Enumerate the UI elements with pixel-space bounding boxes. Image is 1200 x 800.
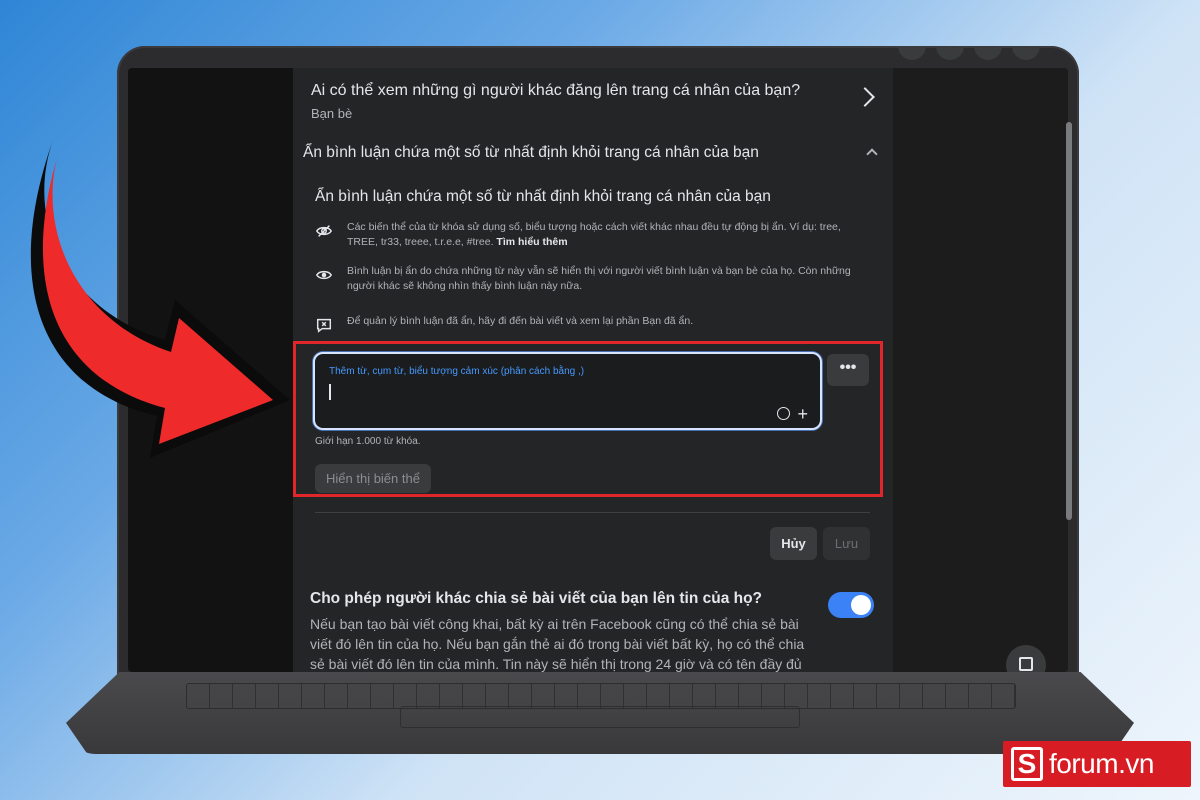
profile-visibility-setting[interactable]: Ai có thể xem những gì người khác đăng l… — [311, 82, 881, 121]
share-to-story-title: Cho phép người khác chia sẻ bài viết của… — [310, 590, 763, 607]
info-manage: Để quản lý bình luận đã ẩn, hãy đi đến b… — [315, 314, 865, 334]
share-to-story-description: Nếu bạn tạo bài viết công khai, bất kỳ a… — [310, 616, 805, 672]
section-title: Ẩn bình luận chứa một số từ nhất định kh… — [315, 188, 771, 205]
learn-more-link[interactable]: Tìm hiểu thêm — [496, 236, 567, 248]
info-visibility: Bình luận bị ẩn do chứa những từ này vẫn… — [315, 264, 865, 294]
info-variants: Các biến thể của từ khóa sử dụng số, biể… — [315, 220, 865, 250]
divider — [315, 512, 870, 513]
highlight-frame — [293, 341, 883, 497]
setting-value: Bạn bè — [311, 106, 353, 121]
info-text: Để quản lý bình luận đã ẩn, hãy đi đến b… — [347, 315, 694, 327]
share-to-story-toggle[interactable] — [828, 592, 874, 618]
eye-icon — [315, 270, 333, 280]
toggle-knob — [851, 595, 871, 615]
hide-comments-setting-header[interactable]: Ẩn bình luận chứa một số từ nhất định kh… — [303, 144, 759, 162]
info-text: Các biến thể của từ khóa sử dụng số, biể… — [347, 221, 841, 248]
comment-x-icon — [316, 318, 332, 333]
top-nav-buttons — [898, 46, 1040, 60]
eye-slash-icon — [315, 225, 333, 237]
red-arrow-graphic — [30, 140, 290, 458]
scrollbar[interactable] — [1066, 122, 1072, 520]
right-area — [893, 68, 1068, 672]
setting-title: Ai có thể xem những gì người khác đăng l… — [311, 82, 801, 99]
logo-mark: S — [1011, 747, 1043, 781]
save-button[interactable]: Lưu — [823, 527, 870, 560]
compose-icon — [1019, 657, 1033, 671]
logo-text: forum.vn — [1049, 748, 1154, 779]
chevron-up-icon[interactable] — [866, 148, 878, 160]
sforum-logo: S forum.vn — [1003, 741, 1191, 787]
trackpad — [400, 706, 800, 728]
info-text: Bình luận bị ẩn do chứa những từ này vẫn… — [347, 265, 851, 292]
cancel-button[interactable]: Hủy — [770, 527, 817, 560]
